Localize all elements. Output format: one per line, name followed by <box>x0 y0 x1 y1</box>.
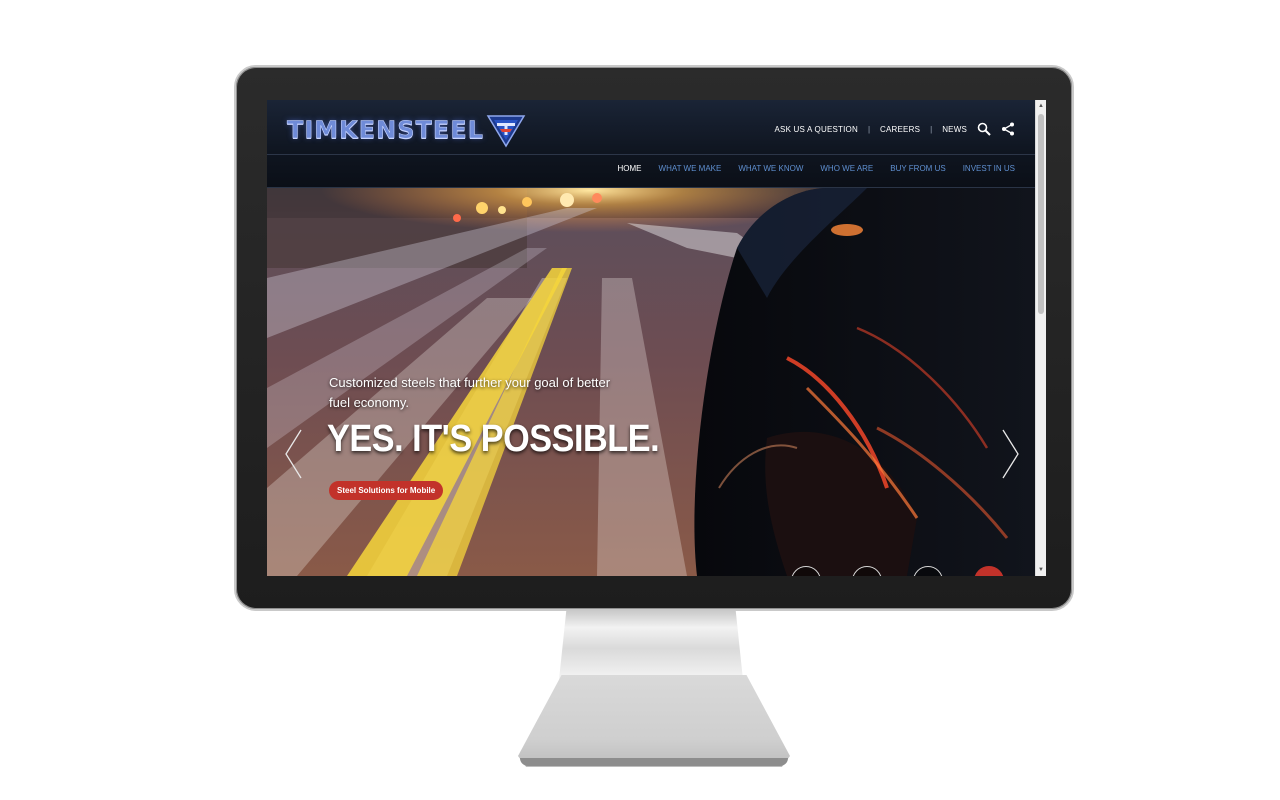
monitor-stand-shadow <box>520 758 788 766</box>
hero-title: YES. IT'S POSSIBLE. <box>327 418 660 460</box>
monitor-stand-neck <box>559 610 743 680</box>
hero-subtitle: Customized steels that further your goal… <box>329 375 611 410</box>
chevron-left-icon[interactable] <box>283 428 305 480</box>
main-nav: HOME WHAT WE MAKE WHAT WE KNOW WHO WE AR… <box>618 164 1015 173</box>
brand-logo[interactable]: TIMKENSTEEL <box>287 110 526 150</box>
website: TIMKENSTEEL ASK US A QUESTION | CAREERS … <box>267 100 1035 576</box>
carousel-dot-active[interactable] <box>974 566 1004 576</box>
search-icon[interactable] <box>977 122 991 136</box>
scroll-down-icon[interactable]: ▼ <box>1036 564 1046 576</box>
hero-carousel: Customized steels that further your goal… <box>267 188 1035 576</box>
brand-name: TIMKENSTEEL <box>287 116 484 145</box>
nav-who-we-are[interactable]: WHO WE ARE <box>820 164 873 173</box>
nav-home[interactable]: HOME <box>618 164 642 173</box>
monitor-stand-base <box>518 675 790 767</box>
scroll-up-icon[interactable]: ▲ <box>1036 100 1046 112</box>
steel-solutions-mobile-button[interactable]: Steel Solutions for Mobile <box>329 481 444 500</box>
chevron-right-icon[interactable] <box>999 428 1021 480</box>
carousel-dot[interactable] <box>791 566 821 576</box>
ask-question-link[interactable]: ASK US A QUESTION <box>775 125 858 134</box>
nav-invest-in-us[interactable]: INVEST IN US <box>963 164 1015 173</box>
page-scrollbar[interactable]: ▲ ▼ <box>1035 100 1046 576</box>
carousel-indicators <box>791 566 1004 576</box>
scrollbar-thumb[interactable] <box>1038 114 1044 314</box>
brand-emblem-icon <box>486 115 526 148</box>
carousel-dot[interactable] <box>913 566 943 576</box>
news-link[interactable]: NEWS <box>942 125 967 134</box>
utility-separator: | <box>930 124 933 134</box>
header-divider <box>267 154 1035 155</box>
utility-separator: | <box>867 124 871 134</box>
monitor-screen: TIMKENSTEEL ASK US A QUESTION | CAREERS … <box>267 100 1046 576</box>
nav-buy-from-us[interactable]: BUY FROM US <box>890 164 945 173</box>
carousel-dot[interactable] <box>852 566 882 576</box>
nav-what-we-know[interactable]: WHAT WE KNOW <box>738 164 803 173</box>
nav-what-we-make[interactable]: WHAT WE MAKE <box>659 164 722 173</box>
share-icon[interactable] <box>1001 122 1015 136</box>
utility-nav: ASK US A QUESTION | CAREERS | NEWS <box>775 122 1015 136</box>
careers-link[interactable]: CAREERS <box>880 125 920 134</box>
site-header: TIMKENSTEEL ASK US A QUESTION | CAREERS … <box>267 100 1035 188</box>
